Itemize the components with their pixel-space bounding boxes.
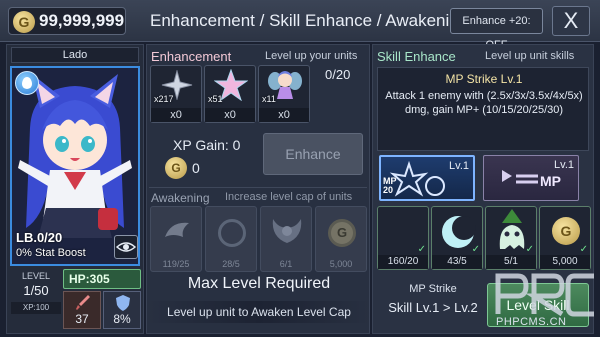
check-icon: ✓ xyxy=(579,244,588,255)
check-icon: ✓ xyxy=(471,244,480,255)
awaken-wings-icon xyxy=(272,219,302,243)
skill-level-change: Skill Lv.1 > Lv.2 xyxy=(388,300,478,315)
coin-icon: G xyxy=(165,157,187,179)
enhance-button[interactable]: Enhance xyxy=(263,133,363,175)
skill-item-crescent[interactable]: ✓ 160/20 xyxy=(377,206,429,270)
enhance-item-rainbow-star[interactable]: x51 x0 xyxy=(204,65,256,123)
full-crescent-icon xyxy=(442,216,476,248)
skill-card-mp-strike[interactable]: MP 20 Lv.1 xyxy=(379,155,475,201)
skill-name: MP Strike Lv.1 xyxy=(445,72,523,86)
xp-value: XP:100 xyxy=(11,302,61,314)
awaken-count: 119/25 xyxy=(162,259,190,269)
skill-item-gold[interactable]: G ✓ 5,000 xyxy=(539,206,591,270)
awaken-shard-icon xyxy=(165,222,189,237)
gold-amount: 99,999,999 xyxy=(39,11,125,30)
max-level-required: Max Level Required xyxy=(187,275,331,292)
skill-item-count: 43/5 xyxy=(432,255,482,269)
owned-count: x217 xyxy=(154,94,174,104)
coin-icon: G xyxy=(328,219,356,247)
divider xyxy=(149,187,367,188)
level-box: LEVEL 1/50 XP:100 xyxy=(11,269,61,331)
awaken-item-disc[interactable]: 28/5 xyxy=(205,206,257,272)
skill-enhance-subtitle: Level up unit skills xyxy=(485,50,575,62)
crescent-moon-icon xyxy=(396,218,410,246)
skill-item-full-crescent[interactable]: ✓ 43/5 xyxy=(431,206,483,270)
enhance-item-silver-star[interactable]: x217 x0 xyxy=(150,65,202,123)
enhancement-panel: Enhancement Level up your units x217 x0 … xyxy=(146,44,371,334)
skill-description-box: MP Strike Lv.1 Attack 1 enemy with (2.5x… xyxy=(377,67,589,151)
mp-cost: MP 20 xyxy=(383,176,397,195)
selected-count: x0 xyxy=(151,108,201,122)
awaken-count: 28/5 xyxy=(222,259,240,269)
awakening-title: Awakening xyxy=(151,191,210,205)
level-label: LEVEL xyxy=(21,271,51,281)
check-icon: ✓ xyxy=(525,244,534,255)
enhance-20-toggle[interactable]: Enhance +20: OFF xyxy=(450,8,543,51)
sword-icon xyxy=(76,295,90,310)
unit-name: Lado xyxy=(11,47,139,63)
mp-boost-skill-icon: MP xyxy=(502,170,561,189)
skill-item-count: 160/20 xyxy=(378,255,428,269)
awaken-hint: Level up unit to Awaken Level Cap xyxy=(147,301,371,323)
skill-enhance-title: Skill Enhance xyxy=(377,49,456,64)
awaken-item-shard[interactable]: 119/25 xyxy=(150,206,202,272)
screen-title: Enhancement / Skill Enhance / Awakening xyxy=(150,11,469,30)
xp-gain: XP Gain: 0 xyxy=(173,137,241,153)
skill-item-count: 5/1 xyxy=(486,255,536,269)
defense-value: 8% xyxy=(113,312,131,326)
awaken-item-gold[interactable]: G 5,000 xyxy=(315,206,367,272)
skill-level: Lv.1 xyxy=(554,159,574,171)
selected-count: x0 xyxy=(259,108,309,122)
enhance-cost: 0 xyxy=(192,160,200,176)
awaken-count: 5,000 xyxy=(329,259,353,269)
coin-icon: G xyxy=(13,11,35,33)
skill-item-witch-ghost[interactable]: ✓ 5/1 xyxy=(485,206,537,270)
eye-icon xyxy=(115,242,137,252)
skill-card-mp-boost[interactable]: MP Lv.1 xyxy=(483,155,579,201)
close-button[interactable]: X xyxy=(552,6,590,36)
attack-stat: 37 xyxy=(63,291,101,329)
awaken-item-wings[interactable]: 6/1 xyxy=(260,206,312,272)
owned-count: x51 xyxy=(208,94,223,104)
watermark-text: PHPCMS.CN xyxy=(496,316,567,328)
stat-boost: 0% Stat Boost xyxy=(16,247,86,259)
svg-text:MP: MP xyxy=(540,173,561,189)
enhance-item-fairy[interactable]: x11 x0 xyxy=(258,65,310,123)
coin-icon: G xyxy=(552,217,580,245)
skill-level: Lv.1 xyxy=(449,160,469,172)
enhancement-subtitle: Level up your units xyxy=(265,50,358,62)
check-icon: ✓ xyxy=(417,244,426,255)
enhancement-progress: 0/20 xyxy=(325,67,351,82)
water-drop-icon xyxy=(15,71,39,95)
skill-description: Attack 1 enemy with (2.5x/3x/3.5x/4x/5x)… xyxy=(385,90,583,116)
current-skill-label: MP Strike xyxy=(409,283,457,295)
unit-panel: Lado LB.0/20 0% Stat Boost LEVEL 1/50 XP… xyxy=(6,44,144,334)
defense-stat: 8% xyxy=(103,291,141,329)
hp-stat: HP:305 xyxy=(63,269,141,289)
view-unit-button[interactable] xyxy=(114,235,138,259)
owned-count: x11 xyxy=(262,94,276,104)
gold-counter: G 99,999,999 xyxy=(8,7,126,35)
enhancement-title: Enhancement xyxy=(151,49,232,64)
limit-break-level: LB.0/20 xyxy=(16,230,63,245)
shield-icon xyxy=(116,295,130,311)
unit-portrait[interactable]: LB.0/20 0% Stat Boost xyxy=(10,66,140,266)
attack-value: 37 xyxy=(75,312,89,326)
awaken-count: 6/1 xyxy=(279,259,293,269)
top-bar: G 99,999,999 Enhancement / Skill Enhance… xyxy=(0,0,600,51)
level-value: 1/50 xyxy=(23,283,49,298)
skill-item-count: 5,000 xyxy=(540,255,590,269)
selected-count: x0 xyxy=(205,108,255,122)
awakening-subtitle: Increase level cap of units xyxy=(225,191,353,203)
awaken-disc-icon xyxy=(218,219,246,247)
